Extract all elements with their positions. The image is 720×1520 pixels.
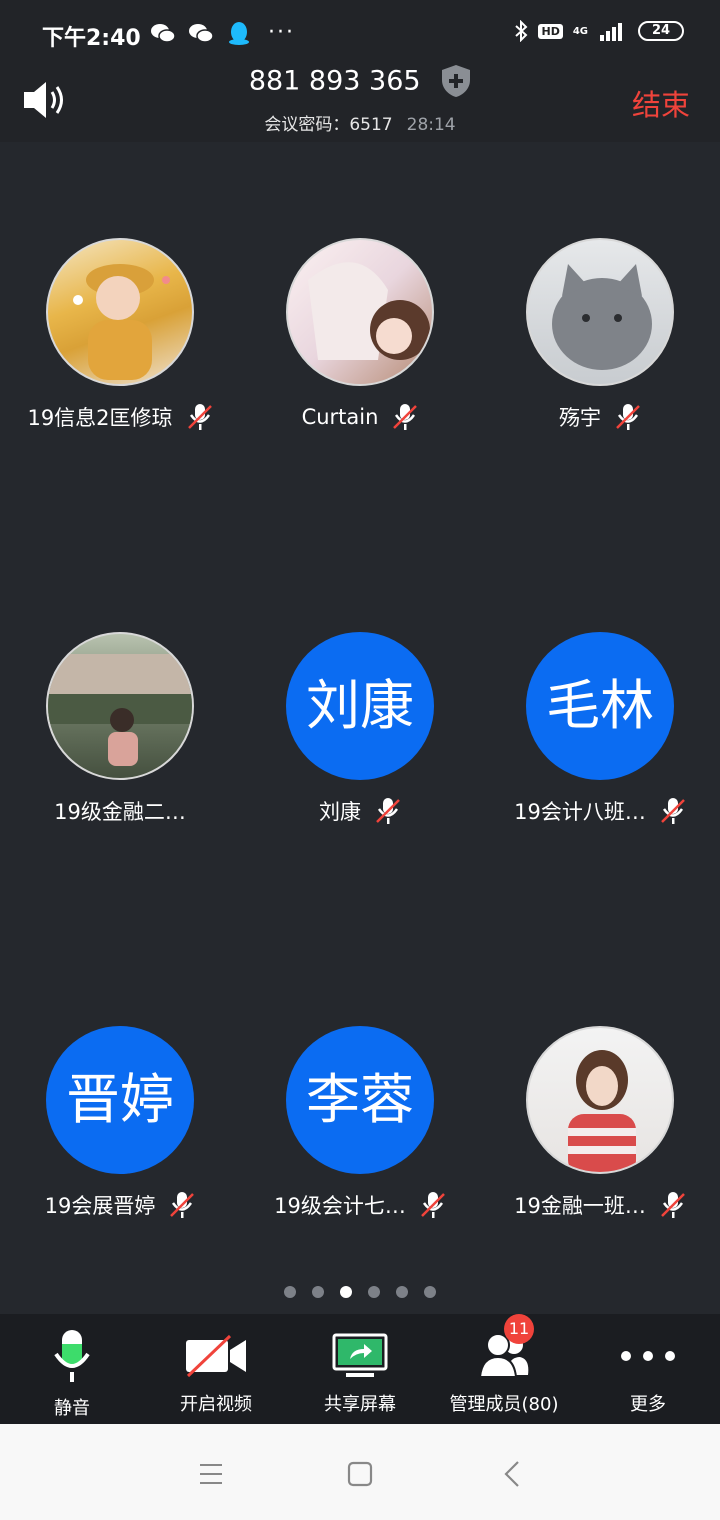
avatar-initials: 毛林 [526,632,674,780]
more-button[interactable]: 更多 [576,1314,720,1424]
meeting-password: 会议密码：6517 [264,115,393,135]
home-icon[interactable] [340,1454,380,1494]
participant-name-row: 殇宇 [480,402,720,432]
participant-name-row: 19级金融二… [0,796,240,826]
share-screen-button[interactable]: 共享屏幕 [288,1314,432,1424]
shield-icon[interactable] [441,64,471,98]
participant-name-row: 19级会计七… [240,1190,480,1220]
more-label: 更多 [630,1394,666,1415]
participant-name: 殇宇 [559,406,601,430]
more-dots-icon [621,1351,675,1361]
end-meeting-button[interactable]: 结束 [632,82,690,124]
members-count-badge: 11 [504,1314,534,1344]
signal-icon [600,23,622,41]
meeting-id[interactable]: 881 893 365 [0,64,720,98]
participant-name: 19信息2匡修琼 [27,406,173,430]
page-indicator[interactable] [0,1286,720,1298]
back-icon[interactable] [492,1454,532,1494]
start-video-button[interactable]: 开启视频 [144,1314,288,1424]
page-dot[interactable] [284,1286,296,1298]
meeting-toolbar: 静音 开启视频 共享屏幕 管理成员(80) 更多 [0,1314,720,1424]
mute-button[interactable]: 静音 [0,1314,144,1424]
more-notifications: ··· [268,20,295,45]
mic-muted-icon [660,798,685,824]
cat-photo-avatar [552,264,652,370]
page-dot[interactable] [312,1286,324,1298]
hd-icon: HD [538,23,563,39]
participant-name-row: 19会展晋婷 [0,1190,240,1220]
microphone-icon [54,1330,90,1382]
participant-name: 19级会计七… [274,1194,406,1218]
meeting-id-text: 881 893 365 [248,65,421,97]
network-type: 4G [572,25,588,37]
page-dot[interactable] [424,1286,436,1298]
meeting-header: 881 893 365 会议密码：6517 28:14 结束 [0,64,720,142]
manage-members-label: 管理成员(80) [449,1394,559,1415]
participant-name: Curtain [301,405,379,429]
status-bar: 下午2:40 ··· HD 4G 24 [0,0,720,64]
page-dot-active[interactable] [340,1286,352,1298]
avatar-initials: 李蓉 [286,1026,434,1174]
battery-icon: 24 [638,21,684,41]
notification-icons: ··· [150,20,295,45]
system-nav-bar [0,1424,720,1520]
participant-name: 19级金融二… [54,800,186,824]
child-photo-avatar [73,264,170,380]
menu-icon[interactable] [190,1454,230,1494]
mic-muted-icon [187,404,212,430]
participant-name: 19会展晋婷 [44,1194,156,1218]
mic-muted-icon [376,798,400,824]
wechat-icon [151,23,176,43]
avatar [526,238,674,386]
wechat-icon [189,23,214,43]
share-screen-icon [332,1333,388,1377]
participant-name: 刘康 [319,800,361,824]
avatar-initials: 刘康 [286,632,434,780]
participant-name-row: 19会计八班… [480,796,720,826]
qq-icon [229,21,249,45]
mute-label: 静音 [54,1398,90,1419]
page-dot[interactable] [368,1286,380,1298]
mic-muted-icon [170,1192,195,1218]
street-photo-avatar [48,654,192,766]
page-dot[interactable] [396,1286,408,1298]
girl-photo-avatar [568,1050,636,1172]
participant-name-row: Curtain [240,402,480,432]
video-off-icon [186,1334,246,1378]
avatar [526,1026,674,1174]
status-time: 下午2:40 [42,26,141,51]
meeting-subinfo: 会议密码：6517 28:14 [0,110,720,135]
meeting-timer: 28:14 [406,115,456,135]
avatar [46,238,194,386]
mic-muted-icon [393,404,418,430]
participant-name: 19金融一班… [514,1194,646,1218]
participant-name-row: 刘康 [240,796,480,826]
participant-name-row: 19信息2匡修琼 [0,402,240,432]
avatar [46,632,194,780]
mic-muted-icon [616,404,640,430]
bluetooth-icon [515,20,528,42]
system-indicators: HD 4G 24 [514,20,684,42]
mic-muted-icon [660,1192,685,1218]
anime-photo-avatar [308,262,430,360]
avatar-initials: 晋婷 [46,1026,194,1174]
mic-muted-icon [420,1192,445,1218]
participant-name-row: 19金融一班… [480,1190,720,1220]
avatar [286,238,434,386]
share-screen-label: 共享屏幕 [324,1394,396,1415]
participant-name: 19会计八班… [514,800,646,824]
start-video-label: 开启视频 [180,1394,252,1415]
